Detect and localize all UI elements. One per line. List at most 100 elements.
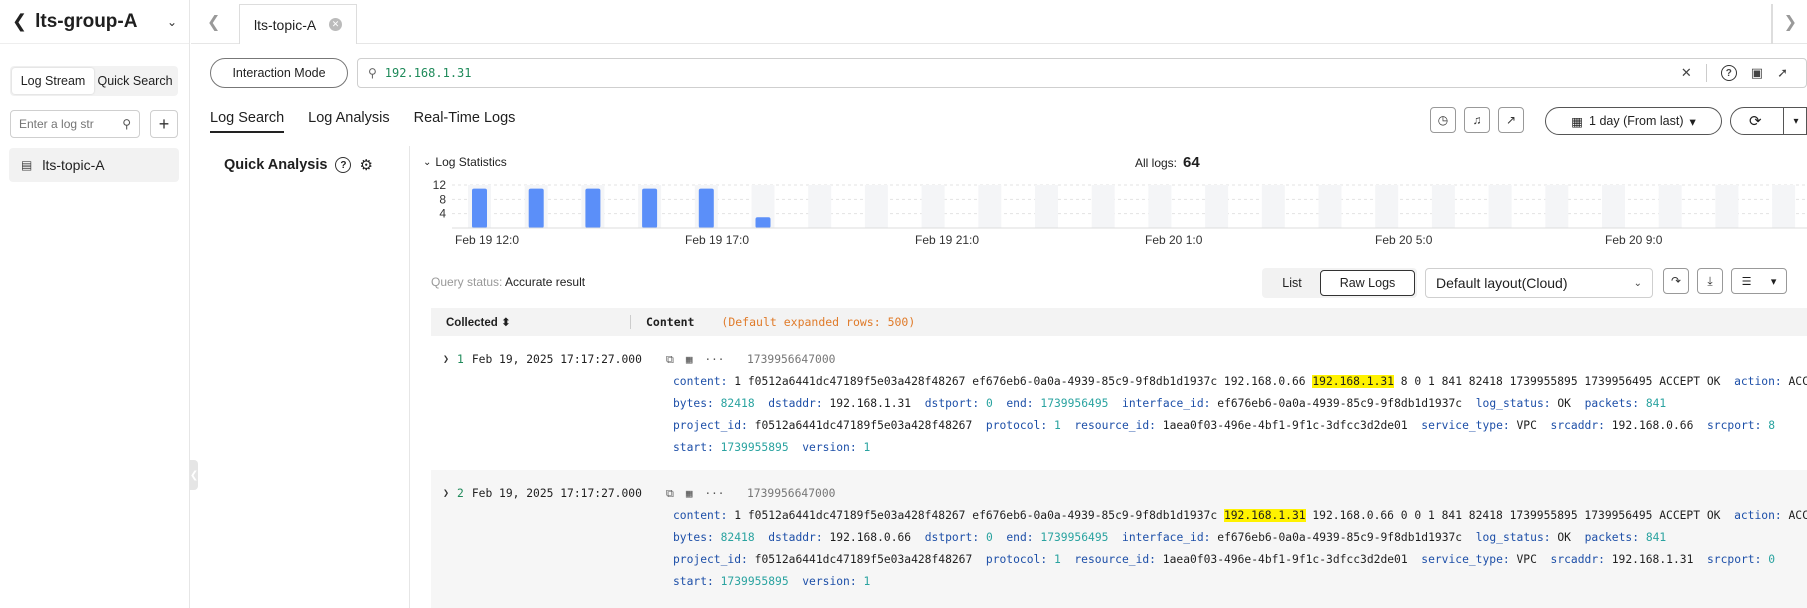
more-icon[interactable]: ···	[704, 487, 724, 501]
sidebar-item-label: lts-topic-A	[42, 157, 105, 173]
context-icon[interactable]: ▦	[686, 353, 693, 367]
add-log-stream-button[interactable]: +	[150, 110, 178, 138]
field-key: end:	[1006, 397, 1034, 410]
field-value-service_type: VPC	[1516, 553, 1537, 566]
histogram-bar[interactable]	[698, 188, 714, 228]
more-icon[interactable]: ···	[704, 353, 724, 367]
sidebar-item-lts-topic-a[interactable]: ▤ lts-topic-A	[9, 148, 179, 182]
divider	[1705, 64, 1707, 82]
download-icon[interactable]: ⤓	[1697, 268, 1723, 294]
field-value-interface_id: ef676eb6-0a0a-4939-85c9-9f8db1d1937c	[1217, 531, 1463, 544]
main-tabs: Log Search Log Analysis Real-Time Logs	[210, 110, 515, 133]
field-key: project_id:	[673, 553, 748, 566]
field-key: log_status:	[1475, 397, 1551, 410]
column-content-label: Content	[646, 315, 695, 329]
share-icon[interactable]: ↗	[1498, 107, 1524, 133]
sidebar-tabs: Log Stream Quick Search	[10, 66, 178, 96]
tab-quick-search[interactable]: Quick Search	[94, 68, 176, 94]
chevron-down-icon[interactable]: ⌄	[167, 15, 177, 29]
field-value-dstaddr: 192.168.1.31	[829, 397, 912, 410]
refresh-dropdown-icon[interactable]: ▾	[1783, 108, 1807, 134]
collected-time: Feb 19, 2025 17:17:27.000	[471, 487, 642, 500]
tab-lts-topic-a[interactable]: lts-topic-A ✕	[239, 4, 357, 44]
fields-line: project_id: f0512a6441dc47189f5e03a428f4…	[673, 419, 1775, 432]
log-statistics-toggle[interactable]: ⌄ Log Statistics	[423, 155, 507, 169]
gear-icon[interactable]: ⚙	[359, 156, 372, 174]
view-list-button[interactable]: List	[1264, 270, 1320, 296]
sidebar: ❮ lts-group-A ⌄ Log Stream Quick Search …	[0, 0, 190, 608]
clear-icon[interactable]: ✕	[1681, 65, 1692, 81]
chevron-down-icon: ⌄	[1633, 277, 1642, 289]
bar-slot	[1318, 185, 1342, 228]
expand-chevron-icon[interactable]: ❯	[443, 354, 449, 365]
field-key: dstaddr:	[768, 397, 823, 410]
log-row: ❯ 1 Feb 19, 2025 17:17:27.000 ⧉ ▦ ··· 17399566…	[431, 350, 1807, 470]
tab-real-time-logs[interactable]: Real-Time Logs	[414, 110, 516, 133]
alarm-bell-icon[interactable]: ♫	[1464, 107, 1490, 133]
field-value-bytes: 82418	[720, 397, 755, 410]
fields-line: bytes: 82418 dstaddr: 192.168.0.66 dstpo…	[673, 531, 1666, 544]
query-input[interactable]: ⚲ 192.168.1.31 ✕ ? ▣ ➚	[357, 58, 1807, 88]
time-range-button[interactable]: ▦ 1 day (From last) ▾	[1545, 107, 1722, 135]
history-icon[interactable]: ◷	[1430, 107, 1456, 133]
sidebar-header: ❮ lts-group-A ⌄	[0, 0, 189, 44]
histogram-bar[interactable]	[642, 188, 658, 228]
query-status-label: Query status:	[431, 275, 503, 289]
close-icon[interactable]: ✕	[329, 18, 342, 31]
fields-line: bytes: 82418 dstaddr: 192.168.1.31 dstpo…	[673, 397, 1666, 410]
bar-slot	[1375, 185, 1399, 228]
row-number: 1	[457, 353, 464, 366]
copy-icon[interactable]: ⧉	[666, 353, 674, 367]
tab-log-analysis[interactable]: Log Analysis	[308, 110, 389, 133]
search-icon[interactable]: ⚲	[122, 117, 131, 131]
histogram-bar[interactable]	[528, 188, 544, 228]
back-arrow-icon[interactable]: ❮	[12, 11, 27, 32]
view-toggle: List Raw Logs	[1262, 268, 1417, 298]
column-collected[interactable]: Collected ⬍	[431, 315, 631, 329]
log-stream-search-input[interactable]	[19, 117, 114, 131]
column-content: Content (Default expanded rows: 500)	[631, 315, 915, 329]
sort-icon[interactable]: ⬍	[501, 317, 511, 329]
query-value[interactable]: 192.168.1.31	[385, 66, 472, 80]
help-icon[interactable]: ?	[335, 157, 352, 173]
tab-log-stream[interactable]: Log Stream	[12, 68, 94, 94]
field-key: interface_id:	[1122, 397, 1211, 410]
content-post: 192.168.0.66 0 0 1 841 82418 1739955895 …	[1305, 509, 1721, 522]
pin-icon[interactable]: ➚	[1777, 65, 1788, 81]
wrap-lines-icon[interactable]: ↷	[1663, 268, 1689, 294]
bar-slot	[1035, 185, 1058, 228]
refresh-button[interactable]: ⟳ ▾	[1730, 107, 1807, 135]
log-row-header: ❯ 1 Feb 19, 2025 17:17:27.000	[443, 353, 642, 366]
tab-log-search[interactable]: Log Search	[210, 110, 285, 133]
field-value-srcaddr: 192.168.1.31	[1611, 553, 1694, 566]
quick-analysis-panel: Quick Analysis ? ⚙	[191, 146, 410, 608]
fields-line: start: 1739955895 version: 1	[673, 575, 870, 588]
tab-scroll-right-icon[interactable]: ❯	[1784, 12, 1797, 32]
field-key: version:	[802, 441, 857, 454]
save-icon[interactable]: ▣	[1751, 65, 1763, 81]
copy-icon[interactable]: ⧉	[666, 487, 674, 501]
field-value-action: ACCEPT	[1788, 509, 1807, 522]
bar-slot	[1545, 185, 1569, 228]
interaction-mode-button[interactable]: Interaction Mode	[210, 58, 348, 88]
expand-chevron-icon[interactable]: ❯	[443, 488, 449, 499]
view-raw-logs-button[interactable]: Raw Logs	[1320, 270, 1415, 296]
column-settings-button[interactable]: ☰ ▾	[1731, 268, 1787, 294]
field-key: interface_id:	[1122, 531, 1211, 544]
bar-slot	[1658, 185, 1682, 228]
layout-select[interactable]: Default layout(Cloud) ⌄	[1425, 268, 1653, 298]
tab-divider	[1771, 4, 1773, 44]
quick-analysis-header: Quick Analysis ? ⚙	[224, 156, 373, 174]
context-icon[interactable]: ▦	[686, 487, 693, 501]
caret-down-icon: ▾	[1689, 114, 1696, 129]
field-key: project_id:	[673, 419, 748, 432]
tab-scroll-left-icon[interactable]: ❮	[207, 12, 220, 32]
x-tick-label: Feb 19 17:0	[685, 233, 749, 247]
all-logs-label: All logs:	[1135, 156, 1178, 170]
calendar-icon: ▦	[1571, 114, 1584, 129]
histogram-bar[interactable]	[472, 188, 487, 228]
help-icon[interactable]: ?	[1720, 65, 1737, 81]
x-tick-label: Feb 19 21:0	[915, 233, 979, 247]
histogram-bar[interactable]	[585, 188, 601, 228]
histogram-bar[interactable]	[755, 217, 771, 228]
